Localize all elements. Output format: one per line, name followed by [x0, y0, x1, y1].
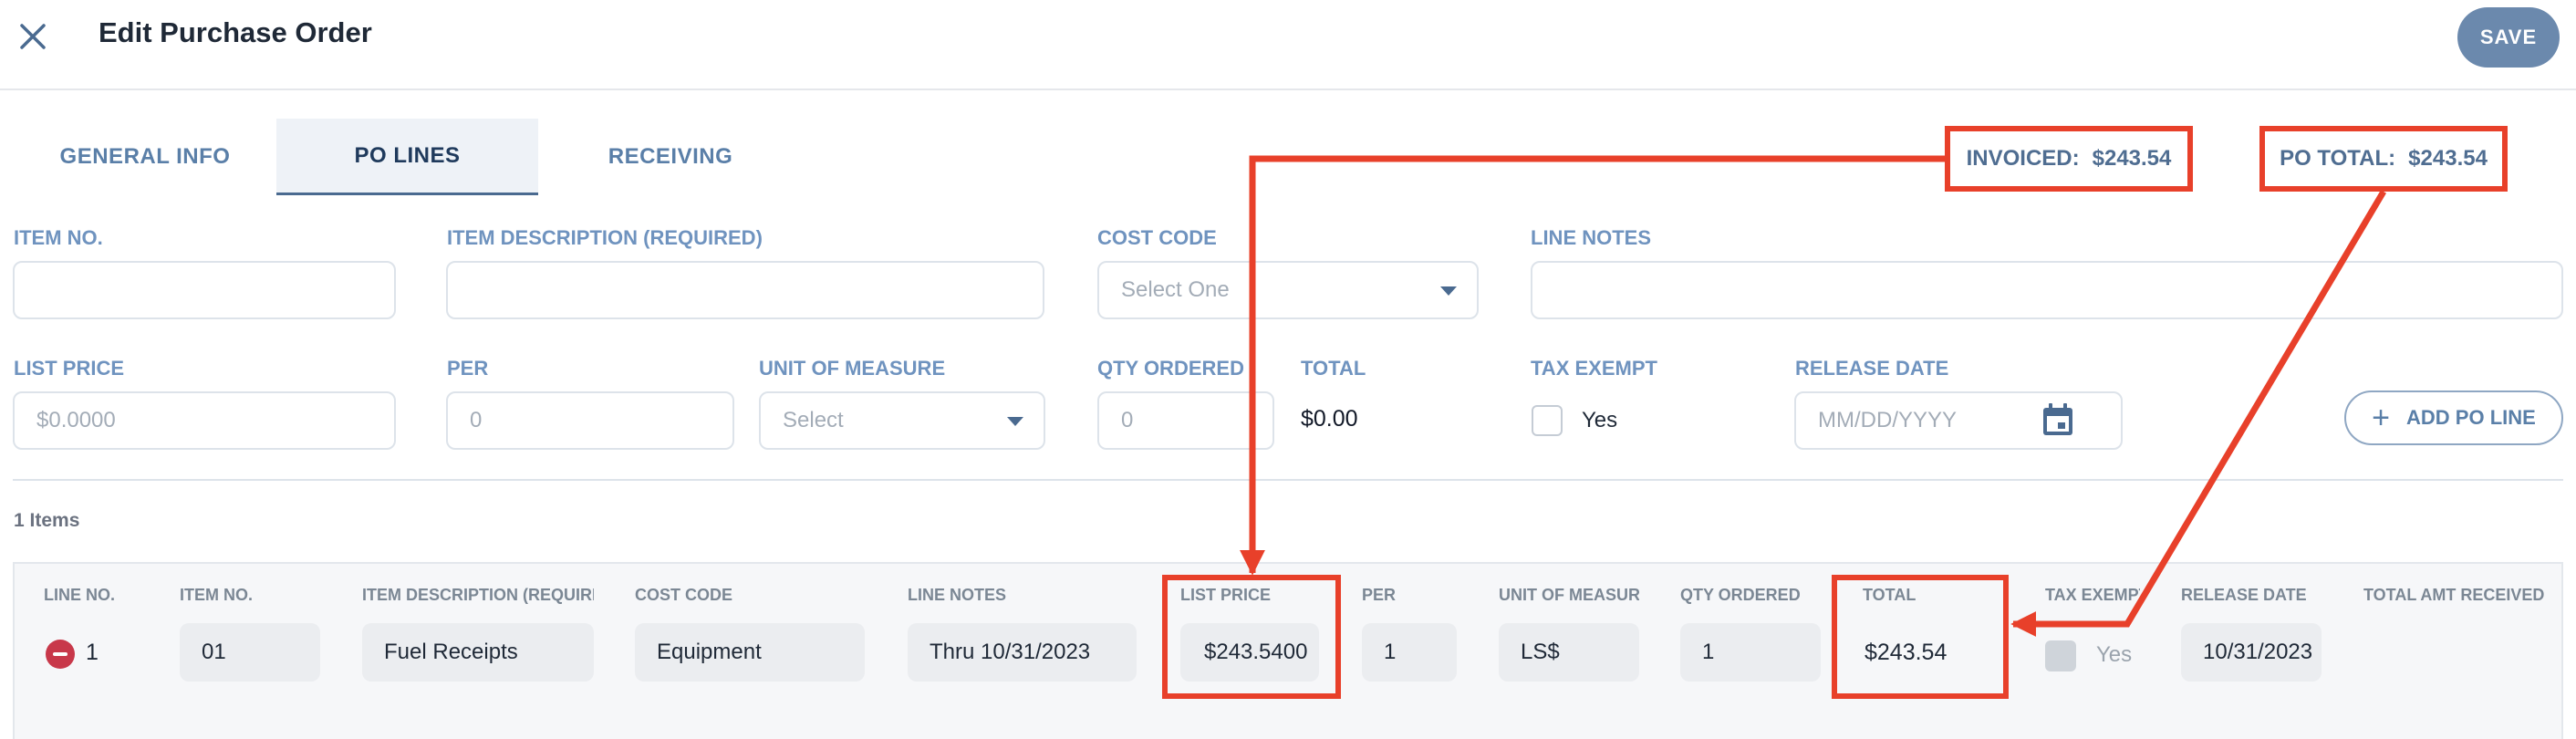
invoiced-value: $243.54 — [2092, 146, 2172, 171]
column-header-line-notes: LINE NOTES — [908, 586, 1007, 604]
po-total-value: $243.54 — [2408, 146, 2488, 171]
row-tax-exempt-label: Yes — [2096, 642, 2133, 667]
save-button[interactable]: SAVE — [2457, 7, 2560, 68]
per-input[interactable] — [446, 391, 734, 450]
divider — [13, 479, 2563, 481]
row-per[interactable]: 1 — [1362, 623, 1457, 682]
column-header-item-no: ITEM NO. — [180, 586, 253, 604]
item-no-label: ITEM NO. — [14, 226, 103, 249]
cost-code-label: COST CODE — [1097, 226, 1217, 249]
qty-ordered-label: QTY ORDERED — [1097, 357, 1244, 380]
column-header-qty-ordered: QTY ORDERED — [1680, 586, 1801, 604]
unit-of-measure-select[interactable]: Select — [759, 391, 1045, 450]
list-price-input[interactable] — [13, 391, 396, 450]
chevron-down-icon — [1440, 286, 1457, 296]
tab-receiving[interactable]: RECEIVING — [538, 119, 803, 195]
total-highlight — [1832, 575, 2009, 699]
row-unit-of-measure[interactable]: LS$ — [1499, 623, 1639, 682]
row-line-notes[interactable]: Thru 10/31/2023 — [908, 623, 1137, 682]
page-header: Edit Purchase Order SAVE — [0, 0, 2576, 90]
invoiced-label: INVOICED: — [1966, 146, 2080, 171]
column-header-cost-code: COST CODE — [635, 586, 733, 604]
row-cost-code[interactable]: Equipment — [635, 623, 865, 682]
qty-ordered-input[interactable] — [1097, 391, 1274, 450]
plus-icon: + — [2372, 401, 2391, 435]
column-header-release-date: RELEASE DATE — [2181, 586, 2307, 604]
tax-exempt-checkbox[interactable] — [1532, 405, 1563, 436]
po-total-label: PO TOTAL: — [2280, 146, 2396, 171]
add-po-line-button[interactable]: + ADD PO LINE — [2344, 390, 2563, 445]
items-count: 1 Items — [14, 510, 80, 531]
tax-exempt-label: TAX EXEMPT — [1531, 357, 1657, 380]
column-header-line-no: LINE NO. — [44, 586, 116, 604]
release-date-label: RELEASE DATE — [1795, 357, 1949, 380]
column-header-per: PER — [1362, 586, 1397, 604]
page-title: Edit Purchase Order — [99, 16, 372, 48]
row-item-description[interactable]: Fuel Receipts — [362, 623, 594, 682]
chevron-down-icon — [1007, 417, 1023, 426]
column-header-item-description: ITEM DESCRIPTION (REQUIRI — [362, 586, 594, 604]
total-value: $0.00 — [1301, 406, 1358, 432]
tab-po-lines[interactable]: PO LINES — [276, 119, 538, 195]
calendar-icon[interactable] — [2041, 402, 2074, 437]
line-notes-input[interactable] — [1531, 261, 2563, 319]
add-po-line-label: ADD PO LINE — [2406, 406, 2536, 429]
item-description-label: ITEM DESCRIPTION (REQUIRED) — [447, 226, 763, 249]
item-no-input[interactable] — [13, 261, 396, 319]
column-header-unit-of-measure: UNIT OF MEASUR — [1499, 586, 1639, 604]
column-header-total-amt-received: TOTAL AMT RECEIVED — [2363, 586, 2545, 604]
remove-line-icon[interactable] — [46, 640, 75, 669]
row-tax-exempt-checkbox[interactable] — [2045, 640, 2076, 671]
row-line-no: 1 — [86, 640, 99, 665]
list-price-label: LIST PRICE — [14, 357, 125, 380]
close-icon[interactable] — [15, 18, 51, 55]
tax-exempt-option-label: Yes — [1582, 408, 1618, 432]
item-description-input[interactable] — [446, 261, 1044, 319]
row-release-date[interactable]: 10/31/2023 — [2181, 623, 2322, 682]
column-header-tax-exempt: TAX EXEMPT — [2045, 586, 2140, 604]
cost-code-select[interactable]: Select One — [1097, 261, 1479, 319]
per-label: PER — [447, 357, 489, 380]
total-label: TOTAL — [1301, 357, 1366, 380]
unit-of-measure-placeholder: Select — [783, 408, 844, 432]
tab-general-info[interactable]: GENERAL INFO — [13, 119, 277, 195]
po-total-summary: PO TOTAL: $243.54 — [2259, 126, 2508, 192]
line-notes-label: LINE NOTES — [1531, 226, 1652, 249]
list-price-highlight — [1162, 575, 1341, 699]
invoiced-summary: INVOICED: $243.54 — [1945, 126, 2193, 192]
row-qty-ordered[interactable]: 1 — [1680, 623, 1821, 682]
unit-of-measure-label: UNIT OF MEASURE — [759, 357, 946, 380]
row-item-no[interactable]: 01 — [180, 623, 320, 682]
cost-code-placeholder: Select One — [1121, 277, 1230, 302]
